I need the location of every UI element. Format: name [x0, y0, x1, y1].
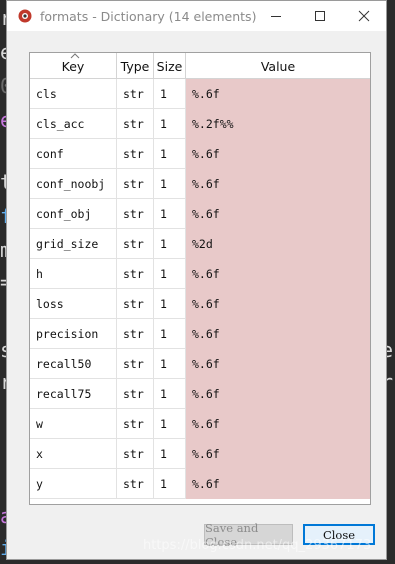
type-cell[interactable]: str [117, 199, 154, 229]
type-cell[interactable]: str [117, 349, 154, 379]
key-cell[interactable]: w [30, 409, 117, 439]
size-cell[interactable]: 1 [154, 79, 186, 109]
table-row[interactable]: conf str 1 %.6f [30, 139, 370, 169]
column-header-size[interactable]: Size [154, 53, 186, 79]
value-cell[interactable]: %.6f [186, 379, 370, 409]
maximize-button[interactable] [298, 1, 342, 31]
type-cell[interactable]: str [117, 439, 154, 469]
type-cell[interactable]: str [117, 229, 154, 259]
key-cell[interactable]: conf_obj [30, 199, 117, 229]
dictionary-editor-window: formats - Dictionary (14 elements) Key T… [6, 0, 387, 560]
size-cell[interactable]: 1 [154, 199, 186, 229]
window-title: formats - Dictionary (14 elements) [40, 8, 257, 24]
value-cell[interactable]: %.6f [186, 319, 370, 349]
size-cell[interactable]: 1 [154, 349, 186, 379]
table-row[interactable]: w str 1 %.6f [30, 409, 370, 439]
type-cell[interactable]: str [117, 379, 154, 409]
column-header-label: Size [156, 58, 183, 74]
value-cell[interactable]: %.6f [186, 349, 370, 379]
table-row[interactable]: conf_obj str 1 %.6f [30, 199, 370, 229]
table-row[interactable]: conf_noobj str 1 %.6f [30, 169, 370, 199]
type-cell[interactable]: str [117, 319, 154, 349]
type-cell[interactable]: str [117, 109, 154, 139]
key-cell[interactable]: recall50 [30, 349, 117, 379]
size-cell[interactable]: 1 [154, 289, 186, 319]
column-header-label: Key [61, 58, 85, 74]
size-cell[interactable]: 1 [154, 409, 186, 439]
watermark: https://blog.csdn.net/qq_29367173 [143, 538, 372, 553]
type-cell[interactable]: str [117, 259, 154, 289]
type-cell[interactable]: str [117, 139, 154, 169]
size-cell[interactable]: 1 [154, 229, 186, 259]
key-cell[interactable]: grid_size [30, 229, 117, 259]
minimize-icon [271, 16, 281, 17]
table-row[interactable]: cls_acc str 1 %.2f%% [30, 109, 370, 139]
key-cell[interactable]: h [30, 259, 117, 289]
table-row[interactable]: loss str 1 %.6f [30, 289, 370, 319]
type-cell[interactable]: str [117, 79, 154, 109]
key-cell[interactable]: x [30, 439, 117, 469]
table-row[interactable]: recall75 str 1 %.6f [30, 379, 370, 409]
value-cell[interactable]: %2d [186, 229, 370, 259]
key-cell[interactable]: recall75 [30, 379, 117, 409]
size-cell[interactable]: 1 [154, 169, 186, 199]
column-header-value[interactable]: Value [186, 53, 370, 79]
key-cell[interactable]: y [30, 469, 117, 499]
type-cell[interactable]: str [117, 409, 154, 439]
value-cell[interactable]: %.6f [186, 409, 370, 439]
key-cell[interactable]: cls [30, 79, 117, 109]
column-header-key[interactable]: Key [30, 53, 117, 79]
table-row[interactable]: y str 1 %.6f [30, 469, 370, 499]
sort-ascending-icon [70, 53, 80, 59]
key-cell[interactable]: conf [30, 139, 117, 169]
table-row[interactable]: recall50 str 1 %.6f [30, 349, 370, 379]
title-bar[interactable]: formats - Dictionary (14 elements) [7, 1, 386, 31]
value-cell[interactable]: %.6f [186, 199, 370, 229]
size-cell[interactable]: 1 [154, 109, 186, 139]
table-row[interactable]: h str 1 %.6f [30, 259, 370, 289]
size-cell[interactable]: 1 [154, 139, 186, 169]
value-cell[interactable]: %.6f [186, 169, 370, 199]
key-cell[interactable]: conf_noobj [30, 169, 117, 199]
value-cell[interactable]: %.6f [186, 259, 370, 289]
column-header-label: Value [260, 58, 296, 74]
value-cell[interactable]: %.6f [186, 439, 370, 469]
type-cell[interactable]: str [117, 289, 154, 319]
close-icon [358, 10, 370, 22]
type-cell[interactable]: str [117, 169, 154, 199]
key-cell[interactable]: cls_acc [30, 109, 117, 139]
key-cell[interactable]: precision [30, 319, 117, 349]
dictionary-table[interactable]: Key Type Size Value cls str 1 %.6f cls_acc st… [29, 52, 371, 505]
maximize-icon [315, 11, 325, 21]
column-header-label: Type [120, 58, 150, 74]
type-cell[interactable]: str [117, 469, 154, 499]
value-cell[interactable]: %.2f%% [186, 109, 370, 139]
value-cell[interactable]: %.6f [186, 79, 370, 109]
size-cell[interactable]: 1 [154, 379, 186, 409]
table-row[interactable]: cls str 1 %.6f [30, 79, 370, 109]
spyder-icon [18, 9, 32, 23]
size-cell[interactable]: 1 [154, 469, 186, 499]
key-cell[interactable]: loss [30, 289, 117, 319]
close-window-button[interactable] [342, 1, 386, 31]
value-cell[interactable]: %.6f [186, 289, 370, 319]
size-cell[interactable]: 1 [154, 439, 186, 469]
table-row[interactable]: grid_size str 1 %2d [30, 229, 370, 259]
table-body: cls str 1 %.6f cls_acc str 1 %.2f%% conf str 1 %.6f… [30, 79, 370, 499]
table-header: Key Type Size Value [30, 53, 370, 79]
table-row[interactable]: precision str 1 %.6f [30, 319, 370, 349]
size-cell[interactable]: 1 [154, 319, 186, 349]
value-cell[interactable]: %.6f [186, 139, 370, 169]
size-cell[interactable]: 1 [154, 259, 186, 289]
column-header-type[interactable]: Type [117, 53, 154, 79]
table-row[interactable]: x str 1 %.6f [30, 439, 370, 469]
value-cell[interactable]: %.6f [186, 469, 370, 499]
minimize-button[interactable] [254, 1, 298, 31]
